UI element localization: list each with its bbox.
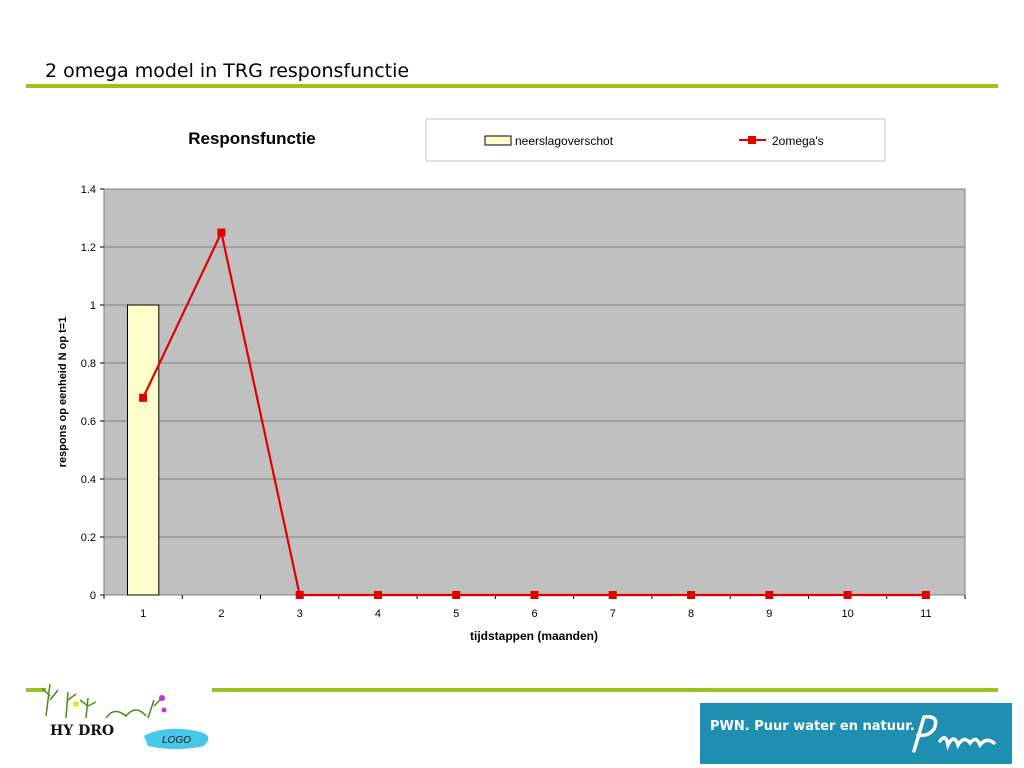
flower-icon xyxy=(159,695,165,701)
x-tick-label: 8 xyxy=(688,608,694,620)
x-tick-label: 10 xyxy=(841,608,853,620)
data-point xyxy=(139,393,148,402)
y-axis-ticks: 0 0.2 0.4 0.6 0.8 1 1.2 1.4 xyxy=(81,184,104,602)
x-tick-label: 9 xyxy=(766,608,772,620)
hydro-logo: HY DRO LOGO xyxy=(41,683,209,749)
bar-series xyxy=(126,304,160,596)
y-tick-label: 0.6 xyxy=(81,416,96,428)
data-point xyxy=(217,228,226,237)
hydro-logo-badge: LOGO xyxy=(162,735,191,746)
y-tick-label: 0.4 xyxy=(81,474,96,486)
x-tick-label: 3 xyxy=(297,608,303,620)
data-point xyxy=(530,591,539,599)
pwn-slogan: PWN. Puur water en natuur. xyxy=(710,719,915,734)
legend-label-2omegas: 2omega's xyxy=(772,134,824,148)
flower-icon xyxy=(161,707,167,713)
x-axis-label: tijdstappen (maanden) xyxy=(470,629,598,643)
pwn-logo: PWN. Puur water en natuur. xyxy=(700,703,1012,764)
y-tick-label: 1.4 xyxy=(81,184,96,196)
x-tick-label: 11 xyxy=(920,608,931,620)
x-tick-label: 1 xyxy=(140,608,146,620)
x-tick-label: 6 xyxy=(531,608,537,620)
legend: neerslagoverschot 2omega's xyxy=(425,118,886,162)
data-point xyxy=(608,591,617,599)
x-tick-label: 7 xyxy=(610,608,616,620)
y-tick-label: 1.2 xyxy=(81,242,96,254)
data-point xyxy=(295,591,304,599)
chart-title: Responsfunctie xyxy=(188,129,316,148)
bar xyxy=(126,304,160,596)
y-tick-label: 0.8 xyxy=(81,358,96,370)
y-tick-label: 0.2 xyxy=(81,532,96,544)
data-point xyxy=(843,591,852,599)
data-point xyxy=(687,591,696,599)
plot-area xyxy=(103,188,966,596)
y-tick-label: 1 xyxy=(90,300,96,312)
x-tick-label: 5 xyxy=(453,608,459,620)
y-axis-label: respons op eenheid N op t=1 xyxy=(57,317,69,468)
legend-swatch-marker xyxy=(748,136,756,144)
footer-rule xyxy=(212,688,998,692)
legend-label-neerslagoverschot: neerslagoverschot xyxy=(515,134,614,148)
data-point xyxy=(452,591,461,599)
data-point xyxy=(373,591,382,599)
legend-swatch-neerslagoverschot xyxy=(484,135,512,146)
data-point xyxy=(765,591,774,599)
y-tick-label: 0 xyxy=(90,590,96,602)
pwn-signature-icon xyxy=(912,715,996,753)
data-point xyxy=(921,591,930,599)
x-tick-label: 2 xyxy=(218,608,224,620)
hydro-wordmark: HY DRO xyxy=(50,723,114,739)
x-tick-label: 4 xyxy=(375,608,381,620)
flower-icon xyxy=(73,701,79,707)
response-chart: Responsfunctie neerslagoverschot 2omega'… xyxy=(57,118,966,643)
